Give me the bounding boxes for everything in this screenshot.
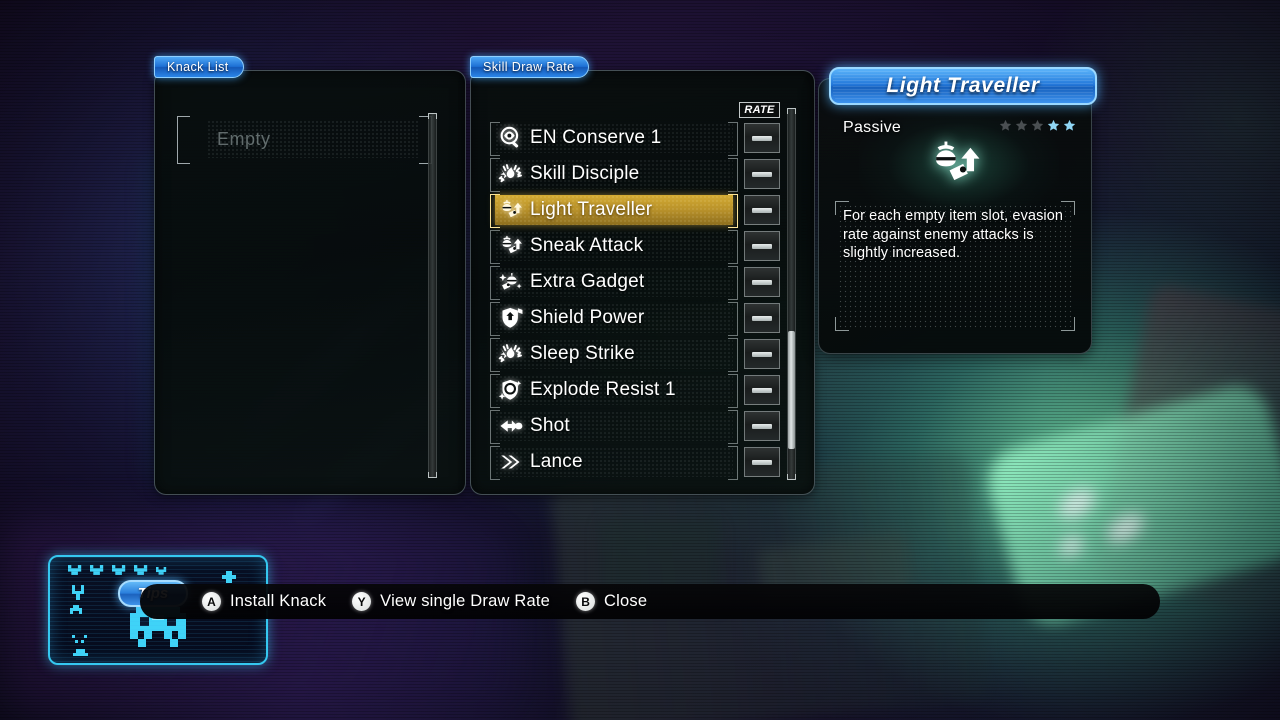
- skill-row-main[interactable]: Sneak Attack: [490, 230, 738, 262]
- command-bar: A Install Knack Y View single Draw Rate B Clo…: [140, 584, 1160, 619]
- star-empty-icon: [999, 119, 1012, 132]
- burst-flame-icon: [496, 160, 526, 188]
- star-empty-icon: [1015, 119, 1028, 132]
- skill-row-main[interactable]: Extra Gadget: [490, 266, 738, 298]
- skill-name-label: Extra Gadget: [530, 271, 645, 292]
- rate-dash-icon: [752, 243, 772, 249]
- scrollbar-cap-top: [428, 113, 437, 119]
- rate-dash-icon: [752, 279, 772, 285]
- rate-dash-icon: [752, 459, 772, 465]
- skill-row[interactable]: EN Conserve 1: [490, 120, 780, 156]
- skill-row[interactable]: Skill Disciple: [490, 156, 780, 192]
- rate-dash-icon: [752, 387, 772, 393]
- skill-name-label: Light Traveller: [530, 199, 653, 220]
- rate-dash-icon: [752, 423, 772, 429]
- rate-dash-icon: [752, 315, 772, 321]
- detail-title: Light Traveller: [829, 67, 1097, 105]
- skill-name-label: EN Conserve 1: [530, 127, 662, 148]
- skill-rate-cell[interactable]: [744, 195, 780, 225]
- rate-dash-icon: [752, 171, 772, 177]
- star-filled-icon: [1047, 119, 1060, 132]
- star-filled-icon: [1063, 119, 1076, 132]
- button-glyph-y-icon: Y: [352, 592, 372, 611]
- skill-row[interactable]: Shot: [490, 408, 780, 444]
- command-y[interactable]: Y View single Draw Rate: [352, 592, 550, 611]
- star-empty-icon: [1031, 119, 1044, 132]
- command-label: Install Knack: [230, 592, 327, 610]
- detail-description-box: For each empty item slot, evasion rate a…: [835, 201, 1075, 331]
- command-label: View single Draw Rate: [380, 592, 551, 610]
- skill-rate-cell[interactable]: [744, 231, 780, 261]
- skill-name-label: Skill Disciple: [530, 163, 640, 184]
- shield-sparkle-icon: [496, 376, 526, 404]
- skill-draw-rate-tab-label: Skill Draw Rate: [470, 56, 590, 78]
- skill-row[interactable]: Explode Resist 1: [490, 372, 780, 408]
- burst-flame-icon: [496, 340, 526, 368]
- skill-row[interactable]: Extra Gadget: [490, 264, 780, 300]
- rate-dash-icon: [752, 351, 772, 357]
- command-b[interactable]: B Close: [576, 592, 647, 611]
- detail-skill-icon: [819, 135, 1091, 193]
- corner-bracket: [1061, 317, 1075, 331]
- scrollbar-thumb[interactable]: [788, 331, 795, 450]
- shield-up-icon: [496, 304, 526, 332]
- eye-magnifier-icon: [496, 124, 526, 152]
- skill-row-main[interactable]: EN Conserve 1: [490, 122, 738, 154]
- skill-name-label: Sneak Attack: [530, 235, 644, 256]
- skill-row[interactable]: Shield Power: [490, 300, 780, 336]
- skill-row-main[interactable]: Sleep Strike: [490, 338, 738, 370]
- rate-column-header: RATE: [739, 102, 780, 118]
- skill-list-scrollbar[interactable]: [787, 108, 796, 480]
- skill-rate-cell[interactable]: [744, 267, 780, 297]
- rate-dash-icon: [752, 207, 772, 213]
- command-a[interactable]: A Install Knack: [202, 592, 326, 611]
- skill-row-main[interactable]: Shield Power: [490, 302, 738, 334]
- knack-list-panel: Knack List Empty: [154, 56, 466, 495]
- shot-arrow-icon: [496, 412, 526, 440]
- scrollbar-cap-bottom: [428, 472, 437, 478]
- button-glyph-b-icon: B: [576, 592, 596, 611]
- skill-row[interactable]: Lance: [490, 444, 780, 480]
- skill-row-main[interactable]: Lance: [490, 446, 738, 478]
- skill-rate-cell[interactable]: [744, 123, 780, 153]
- knack-list-tab-label: Knack List: [154, 56, 244, 78]
- skill-row-main[interactable]: Explode Resist 1: [490, 374, 738, 406]
- skill-row[interactable]: Sleep Strike: [490, 336, 780, 372]
- skill-list: EN Conserve 1 Skill Disciple Light Travell…: [490, 120, 780, 480]
- detail-description-text: For each empty item slot, evasion rate a…: [843, 208, 1064, 261]
- button-glyph-a-icon: A: [202, 592, 221, 611]
- scrollbar-cap-bottom: [787, 474, 796, 480]
- knack-list-scrollbar[interactable]: [428, 113, 437, 478]
- skill-detail-panel: Light Traveller Passive For each empty i…: [818, 67, 1097, 354]
- skill-name-label: Sleep Strike: [530, 343, 635, 364]
- knack-slot-empty[interactable]: Empty: [177, 116, 432, 164]
- skill-row[interactable]: Sneak Attack: [490, 228, 780, 264]
- skill-name-label: Shot: [530, 415, 570, 436]
- skill-row-main[interactable]: Light Traveller: [490, 194, 738, 226]
- slot-bracket: Empty: [177, 116, 432, 164]
- skill-name-label: Explode Resist 1: [530, 379, 676, 400]
- skill-row[interactable]: Light Traveller: [490, 192, 780, 228]
- skill-name-label: Lance: [530, 451, 583, 472]
- bag-up-arrow-icon: [496, 196, 526, 224]
- skill-rate-cell[interactable]: [744, 375, 780, 405]
- corner-bracket: [835, 317, 849, 331]
- sparkle-bag-icon: [496, 268, 526, 296]
- skill-rate-cell[interactable]: [744, 339, 780, 369]
- skill-rate-cell[interactable]: [744, 303, 780, 333]
- command-label: Close: [604, 592, 648, 610]
- rarity-stars: [999, 119, 1076, 132]
- skill-rate-cell[interactable]: [744, 159, 780, 189]
- skill-row-main[interactable]: Skill Disciple: [490, 158, 738, 190]
- lance-arrow-icon: [496, 448, 526, 476]
- bag-up-arrow-icon: [496, 232, 526, 260]
- slot-inner: Empty: [207, 120, 418, 158]
- rate-dash-icon: [752, 135, 772, 141]
- skill-row-main[interactable]: Shot: [490, 410, 738, 442]
- skill-name-label: Shield Power: [530, 307, 645, 328]
- skill-rate-cell[interactable]: [744, 447, 780, 477]
- skill-rate-cell[interactable]: [744, 411, 780, 441]
- slot-label: Empty: [217, 128, 271, 149]
- scrollbar-cap-top: [787, 108, 796, 114]
